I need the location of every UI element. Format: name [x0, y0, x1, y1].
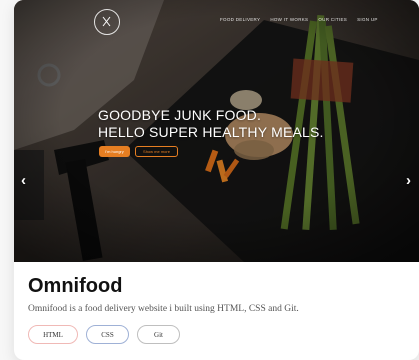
hero-cta-row: I'm hungry Show me more [99, 146, 178, 157]
nav-food-delivery[interactable]: FOOD DELIVERY [220, 17, 260, 22]
nav-sign-up[interactable]: SIGN UP [357, 17, 378, 22]
headline-line-2: HELLO SUPER HEALTHY MEALS. [98, 124, 324, 140]
show-more-button[interactable]: Show me more [135, 146, 178, 157]
tag-css: CSS [86, 325, 129, 344]
tech-tags: HTML CSS Git [28, 325, 180, 344]
project-description: Omnifood is a food delivery website i bu… [28, 304, 299, 314]
chevron-right-icon[interactable]: › [406, 172, 411, 189]
site-nav: FOOD DELIVERY HOW IT WORKS OUR CITIES SI… [220, 17, 378, 22]
headline-line-1: GOODBYE JUNK FOOD. [98, 107, 262, 123]
tag-html: HTML [28, 325, 78, 344]
hungry-button[interactable]: I'm hungry [99, 146, 130, 157]
logo-icon[interactable] [94, 9, 120, 35]
project-title: Omnifood [28, 275, 123, 297]
project-details: Omnifood Omnifood is a food delivery web… [14, 262, 419, 360]
project-card: FOOD DELIVERY HOW IT WORKS OUR CITIES SI… [14, 0, 419, 360]
hero-headline: GOODBYE JUNK FOOD. HELLO SUPER HEALTHY M… [98, 107, 324, 141]
nav-our-cities[interactable]: OUR CITIES [318, 17, 347, 22]
nav-how-it-works[interactable]: HOW IT WORKS [270, 17, 308, 22]
chevron-left-icon[interactable]: ‹ [21, 172, 26, 189]
tag-git: Git [137, 325, 180, 344]
project-screenshot: FOOD DELIVERY HOW IT WORKS OUR CITIES SI… [14, 0, 419, 262]
